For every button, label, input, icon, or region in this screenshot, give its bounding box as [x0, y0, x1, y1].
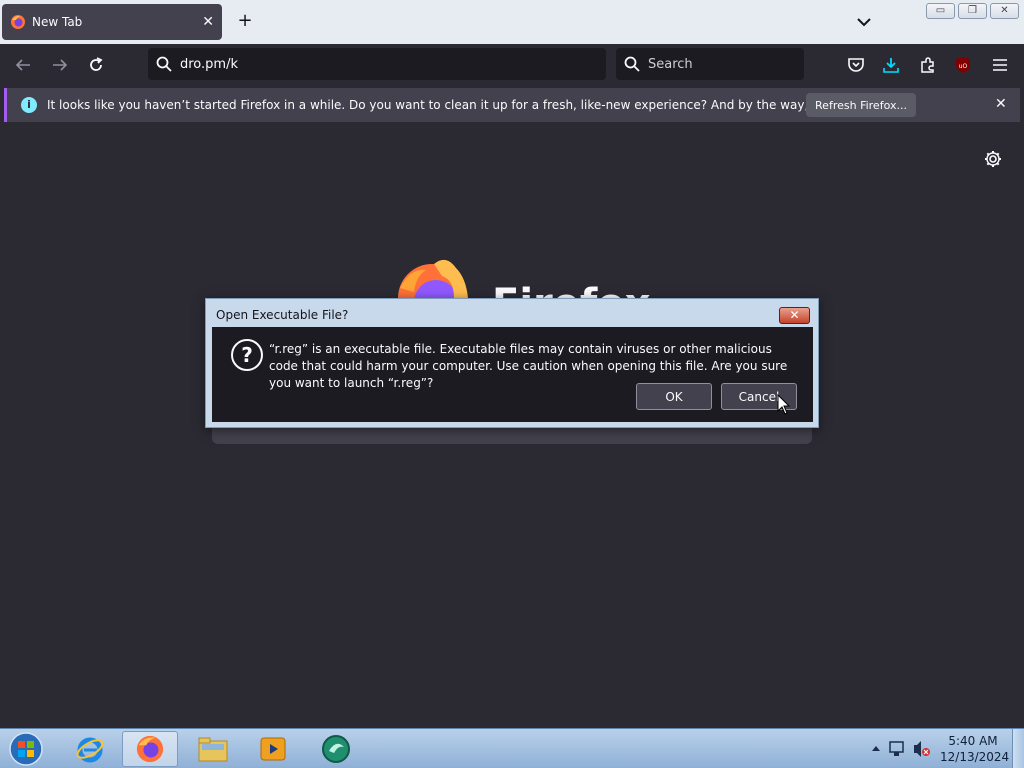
notification-close-icon[interactable]: ✕ — [995, 96, 1007, 112]
taskbar: 5:40 AM 12/13/2024 — [0, 728, 1024, 768]
internet-explorer-icon — [76, 737, 104, 763]
app-icon — [322, 735, 350, 763]
search-icon — [624, 56, 640, 72]
folder-icon — [198, 737, 228, 762]
minimize-button[interactable]: ▭ — [926, 3, 955, 19]
taskbar-internet-explorer[interactable] — [62, 731, 118, 767]
back-button[interactable] — [12, 54, 34, 76]
show-desktop-button[interactable] — [1012, 729, 1024, 768]
new-tab-icon[interactable]: + — [234, 10, 256, 32]
app-menu-button[interactable] — [989, 54, 1011, 76]
firefox-icon — [136, 735, 164, 763]
info-icon: i — [21, 97, 37, 113]
window-close-button[interactable]: ✕ — [990, 3, 1019, 19]
search-icon — [156, 56, 172, 72]
ublock-icon: uO — [956, 57, 970, 73]
chevron-down-icon[interactable] — [854, 12, 874, 32]
notification-message: It looks like you haven’t started Firefo… — [47, 98, 903, 112]
dialog-close-button[interactable]: ✕ — [779, 307, 810, 324]
taskbar-file-explorer[interactable] — [185, 731, 241, 767]
refresh-notification: i It looks like you haven’t started Fire… — [4, 88, 1020, 122]
start-button[interactable] — [6, 731, 46, 767]
forward-button[interactable] — [49, 54, 71, 76]
url-bar[interactable] — [148, 48, 606, 80]
clock-date: 12/13/2024 — [940, 750, 1010, 764]
forward-arrow-icon — [53, 59, 68, 71]
dialog-message: “r.reg” is an executable file. Executabl… — [269, 342, 788, 390]
dialog-title: Open Executable File? — [216, 308, 349, 322]
tab-close-icon[interactable]: ✕ — [202, 14, 214, 30]
clock[interactable]: 5:40 AM 12/13/2024 — [940, 733, 1010, 765]
ublock-button[interactable]: uO — [952, 54, 974, 76]
ok-button[interactable]: OK — [636, 383, 712, 410]
search-input[interactable] — [648, 56, 788, 72]
taskbar-firefox[interactable] — [122, 731, 178, 767]
open-executable-dialog: Open Executable File? ✕ ? “r.reg” is an … — [205, 298, 819, 428]
firefox-icon — [11, 15, 25, 29]
extensions-icon — [921, 57, 934, 73]
pocket-button[interactable] — [845, 54, 867, 76]
search-bar[interactable] — [616, 48, 804, 80]
url-input[interactable] — [180, 56, 560, 72]
taskbar-app[interactable] — [308, 731, 364, 767]
question-icon: ? — [231, 339, 263, 371]
pocket-icon — [848, 58, 864, 72]
tab-strip: New Tab ✕ + ▭ ❐ ✕ — [0, 0, 1024, 44]
tab-new-tab[interactable]: New Tab ✕ — [2, 4, 222, 40]
tab-title: New Tab — [32, 15, 83, 29]
restore-button[interactable]: ❐ — [958, 3, 987, 19]
firefox-logo — [398, 259, 468, 302]
back-arrow-icon — [15, 59, 30, 71]
dialog-body: ? “r.reg” is an executable file. Executa… — [212, 327, 813, 422]
taskbar-media-player[interactable] — [245, 731, 301, 767]
extensions-button[interactable] — [917, 54, 939, 76]
hamburger-menu-icon — [993, 59, 1007, 71]
reload-button[interactable] — [85, 54, 107, 76]
downloads-button[interactable] — [880, 54, 902, 76]
download-icon — [883, 58, 899, 73]
search-box-background — [212, 426, 812, 444]
gear-icon[interactable] — [983, 149, 1003, 169]
media-player-icon — [260, 737, 286, 761]
clock-time: 5:40 AM — [948, 734, 998, 748]
system-tray[interactable] — [866, 733, 936, 765]
svg-text:uO: uO — [959, 63, 968, 70]
navigation-toolbar: uO — [0, 44, 1024, 86]
mouse-cursor-icon — [777, 394, 791, 415]
refresh-firefox-button[interactable]: Refresh Firefox... — [806, 93, 916, 117]
reload-icon — [90, 57, 103, 71]
